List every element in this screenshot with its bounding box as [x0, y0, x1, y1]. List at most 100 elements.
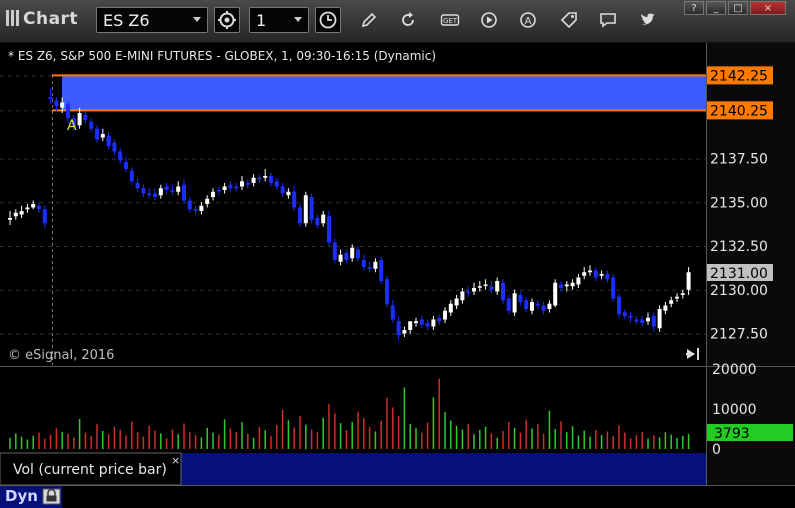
volume-bar	[484, 426, 487, 449]
pencil-icon[interactable]	[359, 10, 379, 30]
candle-body	[280, 186, 285, 194]
interval-select[interactable]: 1	[249, 7, 309, 33]
candle-body	[512, 293, 517, 313]
volume-bar	[189, 432, 191, 449]
volume-tick-label: 0	[712, 442, 721, 458]
volume-bar	[293, 427, 295, 449]
candle-body	[338, 254, 343, 262]
candle-body	[193, 209, 198, 211]
price-tick-label: 2137.50	[710, 152, 768, 168]
minimize-button[interactable]: _	[706, 1, 726, 15]
candle-body	[367, 267, 372, 269]
volume-legend-close-icon[interactable]: ×	[171, 454, 180, 467]
app-logo: Chart	[6, 9, 78, 29]
volume-bar	[537, 424, 539, 449]
symbol-select[interactable]: ES Z6	[96, 7, 208, 33]
volume-bar	[589, 436, 591, 449]
lock-icon[interactable]	[42, 488, 61, 505]
price-tick-label: 2132.50	[710, 239, 768, 255]
volume-bar	[15, 433, 17, 449]
candle-body	[501, 282, 505, 301]
volume-bar	[235, 431, 237, 449]
alert-icon[interactable]: A	[518, 10, 538, 30]
candle-body	[448, 303, 453, 313]
candle-body	[83, 114, 88, 120]
get-label: GET	[443, 17, 458, 25]
volume-bar	[148, 425, 150, 449]
candle-body	[663, 305, 668, 311]
comment-icon[interactable]	[598, 10, 618, 30]
volume-bar	[229, 428, 232, 449]
volume-bar	[183, 423, 185, 449]
candle	[512, 289, 517, 316]
volume-bar	[542, 433, 545, 449]
volume-bar	[345, 430, 348, 449]
candle-body	[483, 284, 488, 286]
candle-body	[344, 253, 349, 260]
candle-body	[25, 207, 30, 210]
play-icon[interactable]	[479, 10, 499, 30]
candle-body	[593, 270, 598, 278]
candle-body	[576, 277, 581, 285]
clock-button[interactable]	[315, 7, 341, 33]
alert-label: A	[525, 16, 532, 27]
close-button[interactable]: ×	[750, 1, 786, 15]
price-tick-label: 2135.00	[710, 195, 768, 211]
app-title: Chart	[23, 9, 79, 29]
candle-body	[535, 303, 540, 306]
candle-body	[495, 281, 500, 292]
volume-bar	[107, 434, 110, 449]
volume-bar	[682, 435, 684, 449]
volume-bar	[368, 427, 371, 449]
candle	[617, 293, 621, 318]
volume-bar	[548, 410, 551, 449]
settings-icon	[218, 11, 236, 29]
candle-body	[559, 284, 563, 288]
candle-body	[216, 190, 221, 192]
candle-body	[234, 186, 239, 189]
volume-bar	[90, 435, 92, 449]
candle	[385, 275, 389, 308]
candle-body	[669, 300, 674, 304]
volume-tick-label: 20000	[712, 362, 757, 378]
candle-body	[454, 298, 459, 306]
candle-body	[77, 113, 82, 126]
volume-bar	[316, 432, 319, 449]
candle-body	[321, 214, 326, 224]
price-zone	[62, 75, 706, 111]
candle	[553, 279, 558, 308]
candle-body	[240, 181, 244, 187]
chart-svg: 2142.25 2140.25 2137.50 2135.00 2132.50 2130.…	[0, 43, 795, 508]
candle-body	[158, 188, 163, 196]
volume-bar	[264, 430, 266, 449]
maximize-button[interactable]: □	[728, 1, 748, 15]
volume-bar	[676, 437, 678, 449]
help-button[interactable]: ?	[684, 1, 704, 15]
settings-button[interactable]	[214, 7, 240, 33]
twitter-icon[interactable]	[638, 10, 658, 30]
dyn-label: Dyn	[5, 487, 38, 505]
candle-body	[622, 312, 627, 316]
volume-bar	[618, 425, 620, 449]
volume-bar	[641, 431, 643, 449]
candle-body	[170, 190, 175, 192]
volume-bar	[125, 435, 127, 449]
volume-bar	[490, 433, 493, 449]
candle-body	[675, 296, 679, 299]
tag-icon[interactable]	[559, 10, 579, 30]
volume-bar	[658, 437, 661, 449]
candle-body	[31, 204, 36, 208]
volume-bar	[653, 435, 655, 449]
candle	[611, 274, 616, 302]
volume-bar	[38, 432, 40, 449]
refresh-icon[interactable]	[398, 10, 418, 30]
candle-body	[118, 151, 123, 161]
candle-body	[48, 97, 53, 99]
candle-body	[153, 193, 157, 197]
candle-body	[431, 319, 436, 327]
get-icon[interactable]: GET	[440, 10, 460, 30]
candle	[327, 211, 331, 246]
volume-bar	[612, 436, 614, 449]
candle-body	[425, 323, 430, 327]
candle-body	[332, 242, 337, 260]
